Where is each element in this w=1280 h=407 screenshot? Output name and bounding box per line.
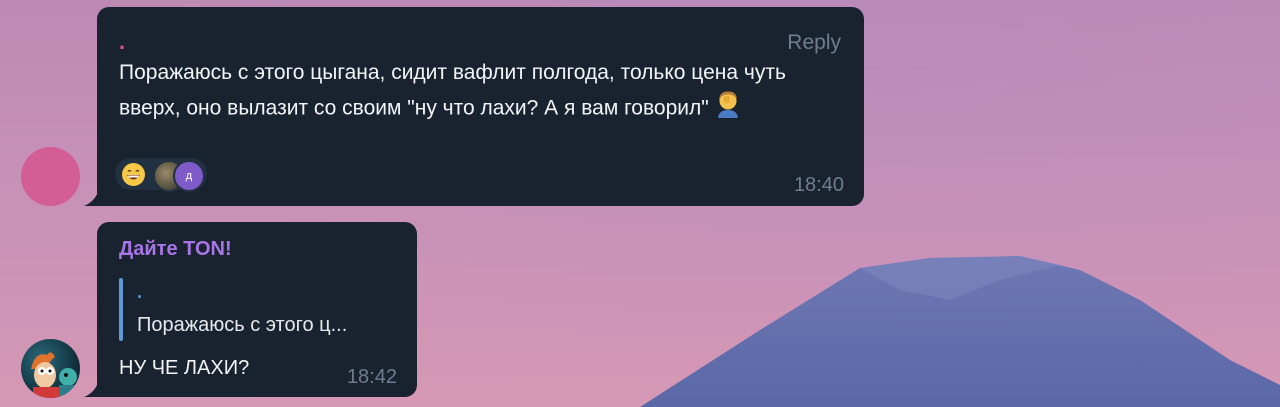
bubble-tail <box>84 192 98 206</box>
reactions-bar[interactable]: д <box>115 158 207 192</box>
message-bubble[interactable]: Дайте TON! . Поражаюсь с этого ц... НУ Ч… <box>84 222 417 397</box>
reactor-avatar: д <box>173 160 205 192</box>
reply-button[interactable]: Reply <box>787 31 841 55</box>
message-bubble[interactable]: . Reply Поражаюсь с этого цыгана, сидит … <box>84 7 864 206</box>
message-text: НУ ЧЕ ЛАХИ? <box>119 357 250 379</box>
sender-name[interactable]: . <box>119 31 125 53</box>
bubble-tail <box>84 383 98 397</box>
message-text: Поражаюсь с этого цыгана, сидит вафлит п… <box>119 57 849 129</box>
message-time: 18:42 <box>346 366 397 388</box>
grinning-emoji-icon[interactable] <box>121 162 146 187</box>
sender-avatar[interactable] <box>21 339 80 398</box>
message-text-body: Поражаюсь с этого цыгана, сидит вафлит п… <box>119 61 786 120</box>
quote-text: Поражаюсь с этого ц... <box>137 314 348 336</box>
quote-accent-bar <box>119 278 123 341</box>
futurama-avatar-icon <box>31 352 77 398</box>
sender-name[interactable]: Дайте TON! <box>119 238 232 261</box>
facepalm-emoji-icon <box>713 89 743 129</box>
quote-sender: . <box>137 282 143 302</box>
sender-avatar[interactable] <box>21 147 80 206</box>
message-time: 18:40 <box>793 174 844 196</box>
